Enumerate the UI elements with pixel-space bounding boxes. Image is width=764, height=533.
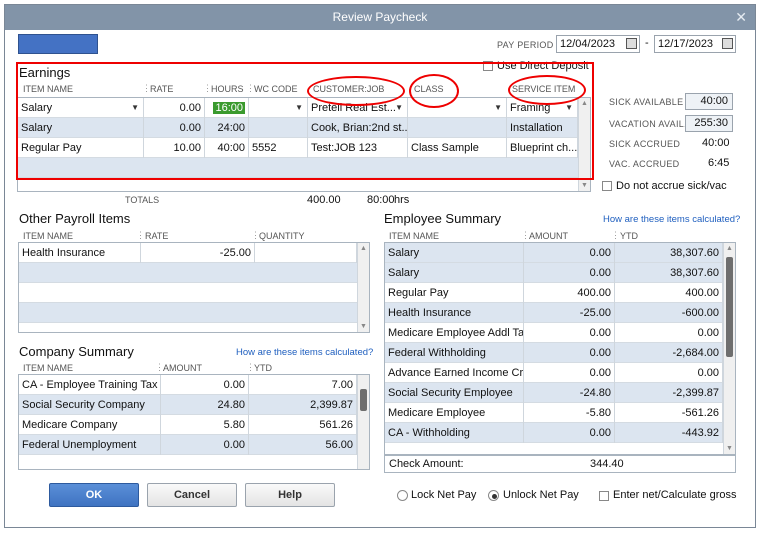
- table-row: Federal Unemployment 0.00 56.00: [19, 435, 357, 455]
- cancel-button[interactable]: Cancel: [147, 483, 237, 507]
- col-header-ytd: YTD: [620, 231, 638, 241]
- pay-period-from[interactable]: 12/04/2023: [556, 35, 640, 53]
- other-payroll-title: Other Payroll Items: [19, 211, 131, 226]
- table-row[interactable]: Health Insurance -25.00: [19, 243, 357, 263]
- other-payroll-table: Health Insurance -25.00 ▲ ▼: [18, 242, 370, 333]
- table-row: Medicare Employee -5.80 -561.26: [385, 403, 723, 423]
- totals-label: TOTALS: [125, 195, 160, 205]
- no-accrue-checkbox[interactable]: [602, 181, 612, 191]
- enter-net-checkbox[interactable]: [599, 491, 609, 501]
- scroll-up-icon[interactable]: ▲: [358, 245, 369, 252]
- scroll-down-icon[interactable]: ▼: [358, 323, 369, 330]
- annotation-oval-customer: [307, 76, 405, 106]
- vac-accrued-value: 6:45: [708, 157, 730, 169]
- vacation-value: 255:30: [685, 115, 733, 132]
- table-row: Salary 0.00 38,307.60: [385, 243, 723, 263]
- calendar-icon[interactable]: [722, 38, 733, 49]
- table-row: CA - Employee Training Tax 0.00 7.00: [19, 375, 357, 395]
- annotation-oval-service: [508, 75, 586, 105]
- table-row: Regular Pay 400.00 400.00: [385, 283, 723, 303]
- enter-net-label: Enter net/Calculate gross: [613, 489, 737, 501]
- employee-summary-title: Employee Summary: [384, 211, 502, 226]
- totals-unit: hrs: [394, 194, 410, 206]
- unlock-net-pay-radio[interactable]: [488, 490, 499, 501]
- col-header-item: ITEM NAME: [389, 231, 440, 241]
- company-calc-link[interactable]: How are these items calculated?: [236, 347, 373, 358]
- table-row[interactable]: [19, 303, 357, 323]
- sick-available-label: SICK AVAILABLE: [609, 97, 684, 107]
- table-row: CA - Withholding 0.00 -443.92: [385, 423, 723, 443]
- pay-period-dash: -: [645, 37, 649, 49]
- check-amount-value: 344.40: [590, 458, 624, 470]
- table-row: Medicare Company 5.80 561.26: [19, 415, 357, 435]
- employee-summary-scrollbar[interactable]: ▲ ▼: [723, 243, 735, 454]
- table-row: Social Security Employee -24.80 -2,399.8…: [385, 383, 723, 403]
- table-row: Federal Withholding 0.00 -2,684.00: [385, 343, 723, 363]
- pay-period-label: PAY PERIOD: [497, 40, 554, 50]
- table-row[interactable]: [19, 263, 357, 283]
- col-header-rate: RATE: [145, 231, 169, 241]
- table-row: Health Insurance -25.00 -600.00: [385, 303, 723, 323]
- company-summary-table: CA - Employee Training Tax 0.00 7.00 Soc…: [18, 374, 370, 470]
- col-header-item: ITEM NAME: [23, 231, 74, 241]
- col-header-amount: AMOUNT: [163, 363, 202, 373]
- scroll-thumb[interactable]: [726, 257, 733, 357]
- col-header-quantity: QUANTITY: [259, 231, 305, 241]
- check-amount-bar: Check Amount: 344.40: [384, 455, 736, 473]
- table-row: Social Security Company 24.80 2,399.87: [19, 395, 357, 415]
- scroll-up-icon[interactable]: ▲: [724, 245, 735, 252]
- table-row[interactable]: [19, 283, 357, 303]
- employee-calc-link[interactable]: How are these items calculated?: [603, 214, 740, 225]
- window-title: Review Paycheck: [332, 10, 428, 24]
- scroll-down-icon[interactable]: ▼: [579, 182, 590, 189]
- company-summary-title: Company Summary: [19, 344, 134, 359]
- vac-accrued-label: VAC. ACCRUED: [609, 159, 680, 169]
- help-button[interactable]: Help: [245, 483, 335, 507]
- col-header-ytd: YTD: [254, 363, 272, 373]
- employee-name-redacted: [18, 34, 98, 54]
- vacation-label: VACATION AVAIL.: [609, 119, 687, 129]
- totals-amount: 400.00: [307, 194, 341, 206]
- title-bar: Review Paycheck ✕: [5, 5, 755, 30]
- sick-available-value: 40:00: [685, 93, 733, 110]
- scroll-down-icon[interactable]: ▼: [724, 445, 735, 452]
- other-payroll-scrollbar[interactable]: ▲ ▼: [357, 243, 369, 332]
- totals-hours: 80:00: [367, 194, 395, 206]
- table-row: Salary 0.00 38,307.60: [385, 263, 723, 283]
- review-paycheck-window: Review Paycheck ✕ PAY PERIOD 12/04/2023 …: [4, 4, 756, 528]
- scroll-thumb[interactable]: [360, 389, 367, 411]
- table-row: Medicare Employee Addl Tax 0.00 0.00: [385, 323, 723, 343]
- lock-net-pay-radio[interactable]: [397, 490, 408, 501]
- annotation-oval-class: [409, 74, 459, 108]
- pay-period-to[interactable]: 12/17/2023: [654, 35, 736, 53]
- col-header-amount: AMOUNT: [529, 231, 568, 241]
- calendar-icon[interactable]: [626, 38, 637, 49]
- check-amount-label: Check Amount:: [389, 458, 464, 470]
- sick-accrued-value: 40:00: [702, 137, 730, 149]
- company-summary-scrollbar[interactable]: [357, 375, 369, 469]
- sick-accrued-label: SICK ACCRUED: [609, 139, 681, 149]
- col-header-item: ITEM NAME: [23, 363, 74, 373]
- ok-button[interactable]: OK: [49, 483, 139, 507]
- unlock-net-pay-label: Unlock Net Pay: [503, 489, 579, 501]
- annotation-highlight-box: [16, 62, 594, 180]
- employee-summary-table: Salary 0.00 38,307.60 Salary 0.00 38,307…: [384, 242, 736, 455]
- close-icon[interactable]: ✕: [735, 5, 747, 30]
- no-accrue-label: Do not accrue sick/vac: [616, 180, 727, 192]
- table-row: Advance Earned Income Cr... 0.00 0.00: [385, 363, 723, 383]
- lock-net-pay-label: Lock Net Pay: [411, 489, 477, 501]
